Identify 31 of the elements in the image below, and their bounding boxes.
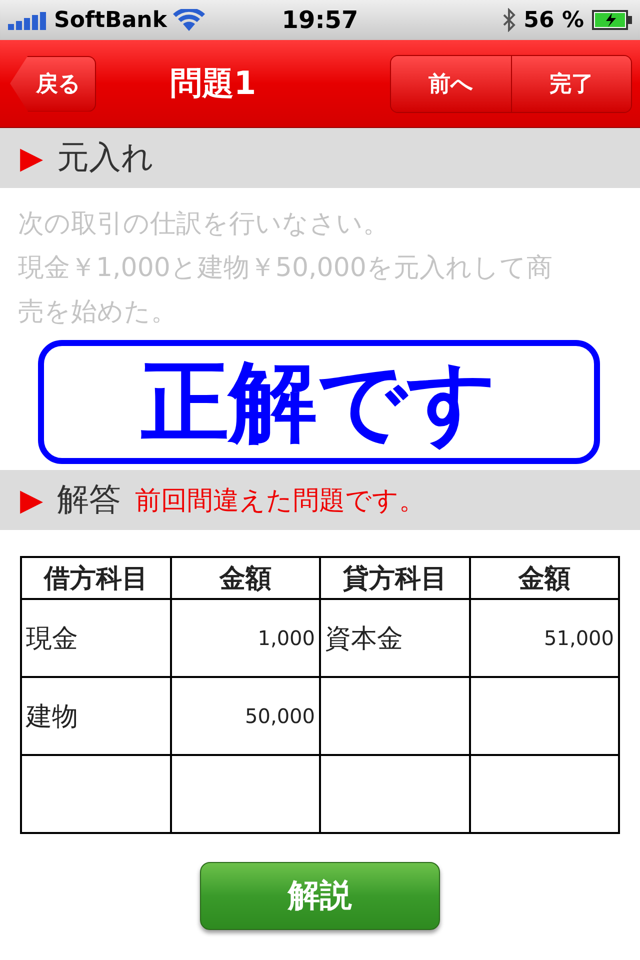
question-text: 売を始めた。: [18, 296, 177, 329]
table-cell: 資本金: [320, 599, 470, 677]
table-cell: 1,000: [170, 599, 320, 677]
carrier-name: SoftBank: [54, 8, 167, 32]
battery-icon: [592, 10, 632, 30]
table-cell: 50,000: [170, 677, 320, 755]
retry-note: 前回間違えた問題です。: [135, 484, 426, 518]
nav-button[interactable]: 完了: [510, 56, 631, 112]
wifi-icon: [172, 9, 205, 31]
battery-percent: 56 %: [524, 8, 584, 32]
signal-icon: [8, 10, 48, 30]
bluetooth-icon: [502, 8, 516, 32]
back-button[interactable]: 戻る: [10, 56, 96, 112]
section-title: 解答: [57, 479, 122, 520]
question-text: 現金￥1,000と建物￥50,000を元入れして商: [18, 252, 552, 285]
column-header: 借方科目: [21, 557, 170, 599]
column-header: 金額: [470, 557, 619, 599]
nav-button[interactable]: 前へ: [390, 56, 511, 112]
column-header: 金額: [170, 557, 320, 599]
table-cell: 51,000: [470, 599, 619, 677]
clock: 19:57: [282, 6, 358, 34]
column-header: 貸方科目: [320, 557, 470, 599]
section-title: 元入れ: [57, 137, 154, 178]
table-cell: 現金: [21, 599, 170, 677]
screen-title: 問題1: [170, 62, 256, 104]
section-marker: ▶: [20, 482, 44, 518]
table-cell: 建物: [21, 677, 170, 755]
question-text: 次の取引の仕訳を行いなさい。: [18, 208, 389, 241]
correct-stamp: 正解です: [38, 340, 600, 464]
explanation-button[interactable]: 解説: [200, 862, 440, 930]
section-marker: ▶: [20, 140, 44, 176]
